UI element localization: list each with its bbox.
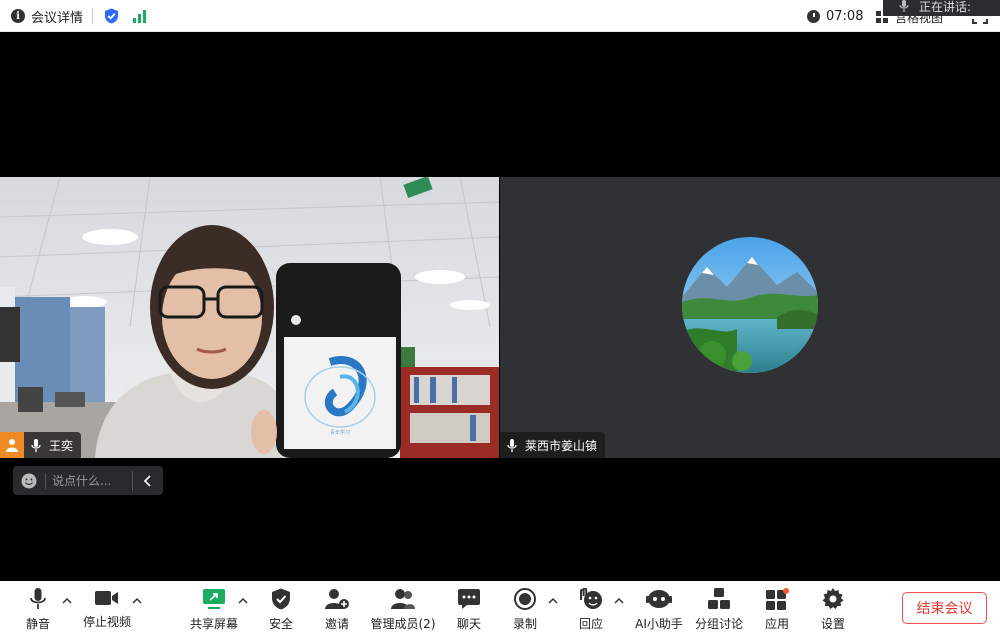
chevron-up-icon[interactable] <box>614 597 624 605</box>
chat-quick-input[interactable]: 说点什么... <box>13 466 163 495</box>
participant-video-feed: 青年学习 <box>0 177 499 458</box>
record-icon <box>514 588 536 610</box>
phone-logo-caption: 青年学习 <box>330 429 350 436</box>
breakout-rooms-icon <box>708 588 730 609</box>
shield-icon <box>272 588 290 610</box>
share-screen-icon <box>203 589 225 609</box>
ai-assistant-label: AI小助手 <box>635 617 683 631</box>
end-meeting-button[interactable]: 结束会议 <box>902 592 987 624</box>
reactions-button[interactable]: 回应 <box>576 581 606 635</box>
video-tile-participant-1[interactable]: 青年学习 王奕 <box>0 177 499 458</box>
participant-name-bar: 王奕 <box>0 432 82 458</box>
mic-icon <box>31 438 41 452</box>
gear-icon <box>822 588 844 609</box>
clock-icon <box>807 9 820 23</box>
chevron-up-icon[interactable] <box>548 597 558 605</box>
participant-name: 王奕 <box>49 438 74 453</box>
chat-button[interactable]: 聊天 <box>454 581 484 635</box>
raise-hand-emoji-icon <box>580 588 602 609</box>
ai-robot-icon <box>646 590 672 608</box>
record-label: 录制 <box>512 617 537 631</box>
mic-icon <box>899 0 909 12</box>
chat-placeholder[interactable]: 说点什么... <box>52 472 132 489</box>
emoji-icon[interactable] <box>21 473 37 489</box>
record-button[interactable]: 录制 <box>510 581 540 635</box>
manage-members-button[interactable]: 管理成员(2) <box>368 581 438 635</box>
apps-label: 应用 <box>764 617 789 631</box>
breakout-button[interactable]: 分组讨论 <box>694 581 744 635</box>
share-screen-label: 共享屏幕 <box>189 617 238 631</box>
settings-button[interactable]: 设置 <box>818 581 848 635</box>
mute-label: 静音 <box>25 617 50 631</box>
breakout-label: 分组讨论 <box>694 617 743 631</box>
apps-grid-icon <box>766 588 789 610</box>
host-user-icon <box>0 432 24 458</box>
stop-video-label: 停止视频 <box>82 615 131 629</box>
share-screen-button[interactable]: 共享屏幕 <box>188 581 240 635</box>
reactions-label: 回应 <box>578 617 603 631</box>
manage-members-label: 管理成员(2) <box>370 617 436 631</box>
ai-assistant-button[interactable]: AI小助手 <box>632 581 686 635</box>
speaking-indicator: 正在讲话: <box>883 0 1000 16</box>
security-label: 安全 <box>268 617 293 631</box>
members-icon <box>391 589 415 609</box>
mute-button[interactable]: 静音 <box>22 581 54 635</box>
apps-button[interactable]: 应用 <box>762 581 792 635</box>
invite-user-icon <box>325 589 349 609</box>
video-tile-participant-2[interactable]: 莱西市姜山镇 <box>500 177 1000 458</box>
security-status-icon[interactable] <box>104 0 119 32</box>
participant-name: 莱西市姜山镇 <box>525 438 598 453</box>
security-button[interactable]: 安全 <box>266 581 296 635</box>
participant-name-bar: 莱西市姜山镇 <box>500 432 606 458</box>
meeting-details-label: 会议详情 <box>31 10 84 26</box>
shield-check-icon <box>105 8 118 24</box>
chevron-up-icon[interactable] <box>238 597 248 605</box>
chat-label: 聊天 <box>456 617 481 631</box>
invite-label: 邀请 <box>324 617 349 631</box>
divider <box>45 472 46 489</box>
meeting-details-button[interactable]: i 会议详情 <box>11 0 83 32</box>
divider <box>92 8 93 24</box>
speaking-label: 正在讲话: <box>919 0 972 14</box>
video-camera-icon <box>95 591 118 605</box>
top-bar: i 会议详情 07:08 宫格视图 正在讲话: <box>0 0 1000 32</box>
bottom-toolbar: 静音 停止视频 共享屏幕 安全 邀请 管理成员(2) 聊天 录制 回应 AI小助… <box>0 581 1000 635</box>
network-signal-icon[interactable] <box>133 0 147 32</box>
chevron-up-icon[interactable] <box>62 597 72 605</box>
microphone-icon <box>30 588 46 609</box>
info-icon: i <box>11 9 25 23</box>
chevron-up-icon[interactable] <box>132 597 142 605</box>
participant-avatar <box>682 237 818 373</box>
divider <box>132 470 133 491</box>
settings-label: 设置 <box>820 617 845 631</box>
invite-button[interactable]: 邀请 <box>322 581 352 635</box>
mic-icon <box>507 438 517 452</box>
meeting-timer: 07:08 <box>807 0 863 32</box>
chat-bubble-icon <box>458 589 480 609</box>
stop-video-button[interactable]: 停止视频 <box>80 581 134 635</box>
timer-text: 07:08 <box>826 8 864 24</box>
notification-dot <box>783 588 789 594</box>
signal-bars-icon <box>133 10 146 23</box>
chevron-left-icon[interactable] <box>143 474 153 487</box>
